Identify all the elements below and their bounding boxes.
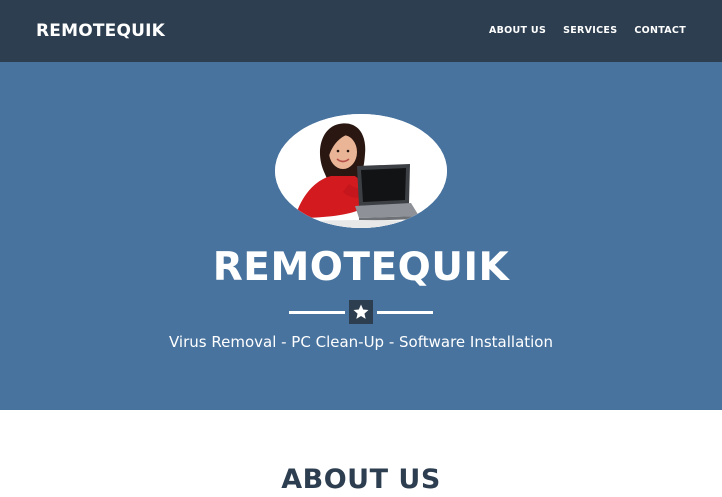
- nav-links: ABOUT US SERVICES CONTACT: [489, 24, 686, 38]
- hero-tagline: Virus Removal - PC Clean-Up - Software I…: [169, 333, 553, 351]
- nav-link-contact[interactable]: CONTACT: [634, 24, 686, 38]
- star-divider: [289, 300, 433, 324]
- divider-line-right: [377, 311, 433, 314]
- about-us-heading: ABOUT US: [281, 464, 441, 495]
- hero-image: [275, 114, 447, 228]
- star-icon: [349, 300, 373, 324]
- navbar: REMOTEQUIK ABOUT US SERVICES CONTACT: [0, 0, 722, 62]
- woman-with-laptop-illustration: [275, 114, 447, 228]
- hero-section: REMOTEQUIK Virus Removal - PC Clean-Up -…: [0, 62, 722, 410]
- nav-link-about-us[interactable]: ABOUT US: [489, 24, 546, 38]
- hero-title: REMOTEQUIK: [212, 245, 510, 290]
- brand-logo-link[interactable]: REMOTEQUIK: [36, 19, 165, 43]
- nav-link-services[interactable]: SERVICES: [563, 24, 617, 38]
- divider-line-left: [289, 311, 345, 314]
